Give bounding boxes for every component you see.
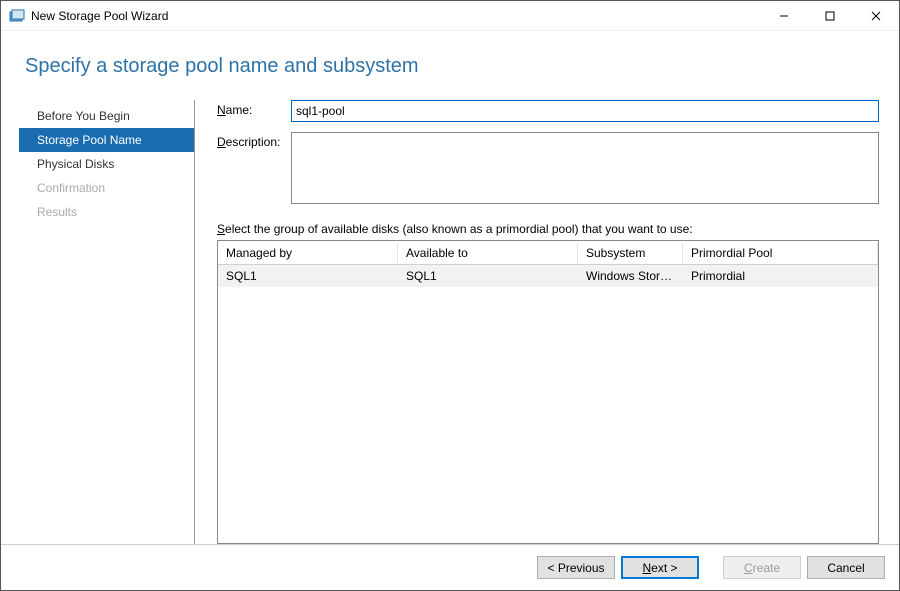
- step-before-you-begin[interactable]: Before You Begin: [19, 104, 194, 128]
- content: Specify a storage pool name and subsyste…: [1, 31, 899, 544]
- window-title: New Storage Pool Wizard: [31, 9, 761, 23]
- select-group-label: Select the group of available disks (als…: [217, 222, 879, 236]
- page-title: Specify a storage pool name and subsyste…: [25, 55, 879, 78]
- cancel-button[interactable]: Cancel: [807, 556, 885, 579]
- description-row: Description:: [217, 132, 879, 204]
- titlebar: New Storage Pool Wizard: [1, 1, 899, 31]
- cell-available-to: SQL1: [398, 266, 578, 286]
- step-confirmation: Confirmation: [19, 176, 194, 200]
- primordial-pool-grid[interactable]: Managed by Available to Subsystem Primor…: [217, 240, 879, 544]
- description-input[interactable]: [291, 132, 879, 204]
- description-label: Description:: [217, 132, 291, 149]
- app-icon: [9, 8, 25, 24]
- footer: < Previous Next > Create Cancel: [1, 544, 899, 590]
- col-available-to[interactable]: Available to: [398, 243, 578, 263]
- next-button[interactable]: Next >: [621, 556, 699, 579]
- col-primordial-pool[interactable]: Primordial Pool: [683, 243, 878, 263]
- name-input[interactable]: [291, 100, 879, 122]
- cell-primordial-pool: Primordial: [683, 266, 878, 286]
- cell-subsystem: Windows Storage: [578, 266, 683, 286]
- grid-header: Managed by Available to Subsystem Primor…: [218, 241, 878, 265]
- window-controls: [761, 1, 899, 30]
- main-row: Before You Begin Storage Pool Name Physi…: [19, 100, 879, 544]
- grid-body: SQL1 SQL1 Windows Storage Primordial: [218, 265, 878, 543]
- col-managed-by[interactable]: Managed by: [218, 243, 398, 263]
- name-row: Name:: [217, 100, 879, 122]
- step-physical-disks[interactable]: Physical Disks: [19, 152, 194, 176]
- form-panel: Name: Description: Select the group of a…: [195, 100, 879, 544]
- grid-row[interactable]: SQL1 SQL1 Windows Storage Primordial: [218, 265, 878, 287]
- minimize-button[interactable]: [761, 1, 807, 30]
- close-button[interactable]: [853, 1, 899, 30]
- maximize-button[interactable]: [807, 1, 853, 30]
- step-storage-pool-name[interactable]: Storage Pool Name: [19, 128, 194, 152]
- create-button: Create: [723, 556, 801, 579]
- wizard-steps: Before You Begin Storage Pool Name Physi…: [19, 100, 195, 544]
- step-results: Results: [19, 200, 194, 224]
- name-label: Name:: [217, 100, 291, 117]
- col-subsystem[interactable]: Subsystem: [578, 243, 683, 263]
- previous-button[interactable]: < Previous: [537, 556, 615, 579]
- cell-managed-by: SQL1: [218, 266, 398, 286]
